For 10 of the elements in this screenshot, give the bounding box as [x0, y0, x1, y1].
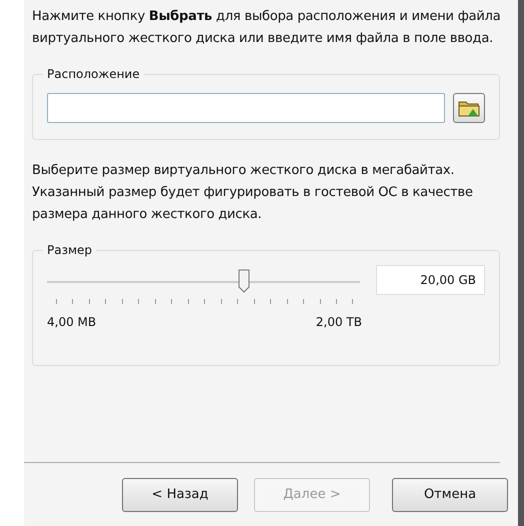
min-size-label: 4,00 MB: [47, 314, 96, 331]
instruction-text: Нажмите кнопку Выбрать для выбора расположения и имени файла виртуального жесткого диска или введите имя файла в поле ввода.: [32, 8, 502, 48]
browse-button[interactable]: [453, 93, 485, 123]
file-path-field[interactable]: [47, 93, 445, 123]
size-description: Выберите размер виртуального жесткого диска в мегабайтах. Указанный размер будет фигурировать в гостевой ОС в качестве размера данного жесткого диска.: [32, 162, 474, 224]
max-size-label: 2,00 TB: [316, 314, 362, 331]
slider-thumb[interactable]: [238, 269, 250, 293]
size-value-field[interactable]: 20,00 GB: [376, 265, 485, 295]
back-button[interactable]: < Назад: [122, 478, 238, 512]
cancel-button[interactable]: Отмена: [392, 478, 508, 512]
